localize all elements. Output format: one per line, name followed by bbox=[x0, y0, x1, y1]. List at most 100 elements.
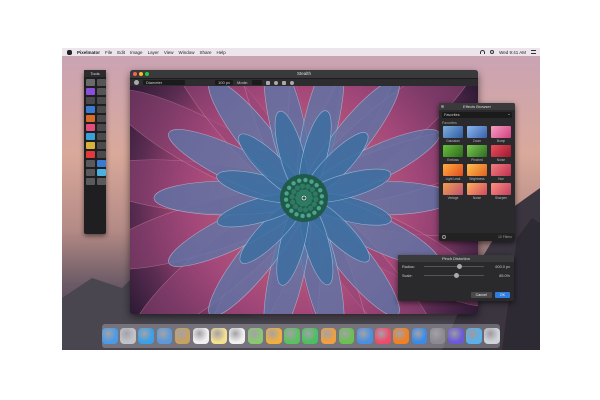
effects-close-button[interactable] bbox=[441, 104, 444, 108]
color-tool[interactable] bbox=[97, 169, 106, 176]
slice-tool[interactable] bbox=[97, 97, 106, 104]
menu-edit[interactable]: Edit bbox=[117, 50, 125, 55]
pen-tool[interactable] bbox=[86, 160, 95, 167]
mode-label: Mode: bbox=[237, 80, 249, 85]
menu-help[interactable]: Help bbox=[217, 50, 226, 55]
radius-slider-knob[interactable] bbox=[457, 264, 462, 269]
menu-clock[interactable]: Wed 9:41 AM bbox=[499, 50, 526, 55]
reminders-icon[interactable] bbox=[229, 328, 246, 344]
effects-category-select[interactable]: Favorites bbox=[442, 112, 512, 118]
effect-thumb[interactable]: Sharpen bbox=[491, 183, 511, 201]
effect-thumb[interactable]: Hue bbox=[491, 164, 511, 182]
effect-thumb[interactable]: Light Leak bbox=[443, 164, 463, 182]
effect-thumb[interactable]: Noise bbox=[467, 183, 487, 201]
effect-label: Sharpen bbox=[494, 196, 508, 200]
effect-thumb[interactable]: Noise bbox=[491, 145, 511, 163]
crop-tool[interactable] bbox=[86, 97, 95, 104]
effect-thumb[interactable]: Gaussian bbox=[443, 126, 463, 144]
mail-icon[interactable] bbox=[156, 328, 173, 344]
red-eye-tool[interactable] bbox=[86, 151, 95, 158]
search-icon[interactable] bbox=[490, 50, 495, 54]
ok-button[interactable]: OK bbox=[494, 292, 510, 298]
brush-tool[interactable] bbox=[86, 88, 95, 95]
finder-icon[interactable] bbox=[102, 328, 118, 344]
lasso-tool[interactable] bbox=[97, 88, 106, 95]
radius-slider[interactable] bbox=[424, 264, 484, 269]
blur-tool[interactable] bbox=[86, 133, 95, 140]
option-icon-2[interactable] bbox=[274, 80, 279, 85]
menu-bar: Pixelmator File Edit Image Layer View Wi… bbox=[62, 48, 540, 56]
eyedropper-tool[interactable] bbox=[97, 106, 106, 113]
app-store-icon[interactable] bbox=[411, 328, 428, 344]
photos-icon[interactable] bbox=[265, 328, 282, 344]
scale-slider[interactable] bbox=[424, 273, 484, 278]
gradient-tool[interactable] bbox=[97, 115, 106, 122]
menu-file[interactable]: File bbox=[105, 50, 112, 55]
scale-slider-knob[interactable] bbox=[454, 273, 459, 278]
menu-app-name[interactable]: Pixelmator bbox=[77, 50, 100, 55]
contacts-icon[interactable] bbox=[174, 328, 191, 344]
ibooks-icon[interactable] bbox=[393, 328, 409, 344]
cancel-button[interactable]: Cancel bbox=[470, 292, 492, 298]
effect-thumb[interactable]: Vintage bbox=[443, 183, 463, 201]
radius-row: Radius: 600.0 px bbox=[398, 262, 514, 271]
effects-titlebar[interactable]: Effects Browser bbox=[439, 103, 515, 110]
menu-image[interactable]: Image bbox=[130, 50, 143, 55]
type-tool[interactable] bbox=[86, 106, 95, 113]
paint-bucket-tool[interactable] bbox=[86, 115, 95, 122]
scale-value[interactable]: 85.0% bbox=[488, 274, 510, 278]
menu-window[interactable]: Window bbox=[179, 50, 195, 55]
effects-title: Effects Browser bbox=[463, 104, 491, 109]
list-icon[interactable] bbox=[531, 50, 536, 54]
effects-search-icon[interactable] bbox=[442, 235, 446, 239]
eraser-tool[interactable] bbox=[86, 124, 95, 131]
size-field[interactable]: 100 px bbox=[215, 80, 234, 85]
effect-preview-image bbox=[443, 164, 463, 176]
select-tool[interactable] bbox=[97, 79, 106, 86]
itunes-icon[interactable] bbox=[375, 328, 391, 344]
effect-thumb[interactable]: Zoom bbox=[467, 126, 487, 144]
numbers-icon[interactable] bbox=[338, 328, 355, 344]
mode-select[interactable] bbox=[252, 80, 263, 85]
repair-tool[interactable] bbox=[97, 151, 106, 158]
effect-thumb[interactable]: Pinched bbox=[467, 145, 487, 163]
trash-icon[interactable] bbox=[484, 328, 500, 344]
messages-icon[interactable] bbox=[284, 328, 300, 344]
effect-thumb[interactable]: Emboss bbox=[443, 145, 463, 163]
radius-value[interactable]: 600.0 px bbox=[488, 265, 510, 269]
flower-seed bbox=[291, 189, 297, 195]
safari-icon[interactable] bbox=[138, 328, 155, 344]
window-titlebar[interactable]: Stealth bbox=[130, 70, 478, 78]
facetime-icon[interactable] bbox=[302, 328, 318, 344]
system-preferences-icon[interactable] bbox=[429, 328, 446, 344]
notes-icon[interactable] bbox=[211, 328, 227, 344]
shape-tool[interactable] bbox=[97, 160, 106, 167]
effect-thumb[interactable]: Bump bbox=[491, 126, 511, 144]
clone-tool[interactable] bbox=[97, 124, 106, 131]
dodge-tool[interactable] bbox=[97, 142, 106, 149]
sponge-tool[interactable] bbox=[86, 142, 95, 149]
option-icon-1[interactable] bbox=[266, 80, 271, 85]
brush-preset-icon[interactable] bbox=[134, 80, 139, 85]
menu-share[interactable]: Share bbox=[200, 50, 212, 55]
sharpen-tool[interactable] bbox=[97, 133, 106, 140]
option-icon-4[interactable] bbox=[290, 80, 295, 85]
pixelmator-icon[interactable] bbox=[447, 328, 464, 344]
folder-icon[interactable] bbox=[466, 328, 482, 344]
maps-icon[interactable] bbox=[247, 328, 264, 344]
flower-seed bbox=[284, 191, 289, 196]
fill-tool[interactable] bbox=[86, 169, 95, 176]
menu-view[interactable]: View bbox=[164, 50, 174, 55]
keynote-icon[interactable] bbox=[356, 328, 373, 344]
calendar-icon[interactable] bbox=[193, 328, 209, 344]
effect-thumb[interactable]: Brightness bbox=[467, 164, 487, 182]
pages-icon[interactable] bbox=[320, 328, 337, 344]
wifi-icon[interactable] bbox=[480, 50, 486, 54]
hand-tool[interactable] bbox=[97, 178, 106, 185]
apple-menu-icon[interactable] bbox=[67, 49, 72, 55]
zoom-tool[interactable] bbox=[86, 178, 95, 185]
menu-layer[interactable]: Layer bbox=[148, 50, 159, 55]
move-tool[interactable] bbox=[86, 79, 95, 86]
launchpad-icon[interactable] bbox=[120, 328, 136, 344]
option-icon-3[interactable] bbox=[282, 80, 287, 85]
